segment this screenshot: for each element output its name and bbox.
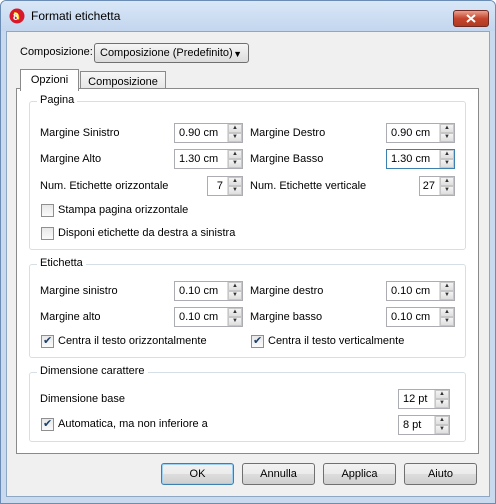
automatica-spinner[interactable]: 8 pt ▲ ▼ (398, 415, 450, 435)
arrow-up-icon[interactable]: ▲ (440, 177, 454, 186)
checkmark-icon: ✔ (43, 418, 53, 430)
options-panel: Pagina Margine Sinistro 0.90 cm ▲ ▼ Margi… (16, 88, 479, 454)
etichetta-margine-destro-spinner[interactable]: 0.10 cm ▲ ▼ (386, 281, 455, 301)
banana-app-icon: 8 (9, 8, 25, 24)
arrow-up-icon[interactable]: ▲ (228, 308, 242, 317)
automatica-value: 8 pt (403, 419, 422, 431)
tab-opzioni-label: Opzioni (30, 74, 69, 86)
disponi-destra-label: Disponi etichette da destra a sinistra (58, 227, 236, 239)
composizione-value: Composizione (Predefinito) (100, 47, 233, 59)
arrow-down-icon[interactable]: ▼ (435, 399, 449, 408)
close-button[interactable] (453, 10, 489, 27)
margine-alto-spinner[interactable]: 1.30 cm ▲ ▼ (174, 149, 243, 169)
dimensione-title: Dimensione carattere (37, 365, 148, 377)
arrow-down-icon[interactable]: ▼ (440, 317, 454, 326)
etichetta-margine-alto-value: 0.10 cm (179, 311, 219, 323)
centra-orizz-label: Centra il testo orizzontalmente (58, 335, 207, 347)
etichetta-margine-destro-value: 0.10 cm (391, 285, 431, 297)
arrow-down-icon[interactable]: ▼ (228, 133, 242, 142)
centra-vert-checkbox[interactable]: ✔ (251, 335, 264, 348)
margine-destro-value: 0.90 cm (391, 127, 431, 139)
svg-text:8: 8 (13, 12, 19, 23)
dialog-window: 8 Formati etichetta Composizione: Compos… (0, 0, 496, 504)
num-verticale-value: 27 (422, 180, 435, 192)
margine-basso-label: Margine Basso (250, 153, 324, 165)
title-bar[interactable]: 8 Formati etichetta (1, 1, 495, 31)
arrow-down-icon[interactable]: ▼ (440, 133, 454, 142)
arrow-down-icon[interactable]: ▼ (228, 291, 242, 300)
arrow-down-icon[interactable]: ▼ (440, 159, 454, 168)
ok-button[interactable]: OK (161, 463, 234, 485)
checkmark-icon: ✔ (253, 335, 263, 347)
dialog-client-area: Composizione: Composizione (Predefinito)… (6, 31, 490, 497)
dimensione-base-label: Dimensione base (40, 393, 125, 405)
dimensione-base-value: 12 pt (403, 393, 428, 405)
margine-destro-label: Margine Destro (250, 127, 326, 139)
etichetta-margine-sinistro-value: 0.10 cm (179, 285, 219, 297)
etichetta-margine-basso-spinner[interactable]: 0.10 cm ▲ ▼ (386, 307, 455, 327)
arrow-down-icon[interactable]: ▼ (228, 317, 242, 326)
applica-button[interactable]: Applica (323, 463, 396, 485)
stampa-orizzontale-label: Stampa pagina orizzontale (58, 204, 189, 216)
checkmark-icon: ✔ (43, 335, 53, 347)
composizione-label: Composizione: (20, 46, 93, 58)
etichetta-margine-sinistro-label: Margine sinistro (40, 285, 118, 297)
arrow-up-icon[interactable]: ▲ (228, 282, 242, 291)
close-icon (466, 14, 476, 23)
etichetta-margine-alto-spinner[interactable]: 0.10 cm ▲ ▼ (174, 307, 243, 327)
automatica-label: Automatica, ma non inferiore a (58, 418, 208, 430)
margine-sinistro-spinner[interactable]: 0.90 cm ▲ ▼ (174, 123, 243, 143)
arrow-down-icon[interactable]: ▼ (435, 425, 449, 434)
centra-vert-label: Centra il testo verticalmente (268, 335, 405, 347)
arrow-up-icon[interactable]: ▲ (440, 124, 454, 133)
margine-sinistro-value: 0.90 cm (179, 127, 219, 139)
stampa-orizzontale-checkbox[interactable] (41, 204, 54, 217)
margine-basso-value: 1.30 cm (391, 153, 431, 165)
margine-destro-spinner[interactable]: 0.90 cm ▲ ▼ (386, 123, 455, 143)
margine-alto-label: Margine Alto (40, 153, 102, 165)
aiuto-button[interactable]: Aiuto (404, 463, 477, 485)
automatica-checkbox[interactable]: ✔ (41, 418, 54, 431)
annulla-button[interactable]: Annulla (242, 463, 315, 485)
num-verticale-label: Num. Etichette verticale (250, 180, 367, 192)
arrow-down-icon[interactable]: ▼ (440, 291, 454, 300)
etichetta-margine-destro-label: Margine destro (250, 285, 324, 297)
composizione-dropdown[interactable]: Composizione (Predefinito) ▼ (94, 43, 249, 63)
pagina-title: Pagina (37, 94, 78, 106)
arrow-up-icon[interactable]: ▲ (440, 150, 454, 159)
arrow-down-icon[interactable]: ▼ (228, 159, 242, 168)
num-verticale-spinner[interactable]: 27 ▲ ▼ (419, 176, 455, 196)
tab-opzioni[interactable]: Opzioni (20, 69, 79, 91)
arrow-up-icon[interactable]: ▲ (440, 282, 454, 291)
num-orizzontale-label: Num. Etichette orizzontale (40, 180, 169, 192)
etichetta-margine-sinistro-spinner[interactable]: 0.10 cm ▲ ▼ (174, 281, 243, 301)
margine-basso-spinner[interactable]: 1.30 cm ▲ ▼ (386, 149, 455, 169)
num-orizzontale-value: 7 (216, 180, 223, 192)
margine-sinistro-label: Margine Sinistro (40, 127, 120, 139)
window-title: Formati etichetta (31, 9, 121, 23)
arrow-up-icon[interactable]: ▲ (440, 308, 454, 317)
etichetta-margine-basso-value: 0.10 cm (391, 311, 431, 323)
num-orizzontale-spinner[interactable]: 7 ▲ ▼ (207, 176, 243, 196)
arrow-up-icon[interactable]: ▲ (228, 124, 242, 133)
arrow-up-icon[interactable]: ▲ (435, 416, 449, 425)
tab-composizione-label: Composizione (88, 76, 158, 88)
chevron-down-icon: ▼ (233, 49, 242, 59)
arrow-up-icon[interactable]: ▲ (228, 150, 242, 159)
etichetta-margine-alto-label: Margine alto (40, 311, 101, 323)
arrow-down-icon[interactable]: ▼ (440, 186, 454, 195)
disponi-destra-checkbox[interactable] (41, 227, 54, 240)
arrow-up-icon[interactable]: ▲ (228, 177, 242, 186)
margine-alto-value: 1.30 cm (179, 153, 219, 165)
dimensione-base-spinner[interactable]: 12 pt ▲ ▼ (398, 389, 450, 409)
etichetta-margine-basso-label: Margine basso (250, 311, 323, 323)
arrow-up-icon[interactable]: ▲ (435, 390, 449, 399)
arrow-down-icon[interactable]: ▼ (228, 186, 242, 195)
etichetta-title: Etichetta (37, 257, 86, 269)
centra-orizz-checkbox[interactable]: ✔ (41, 335, 54, 348)
